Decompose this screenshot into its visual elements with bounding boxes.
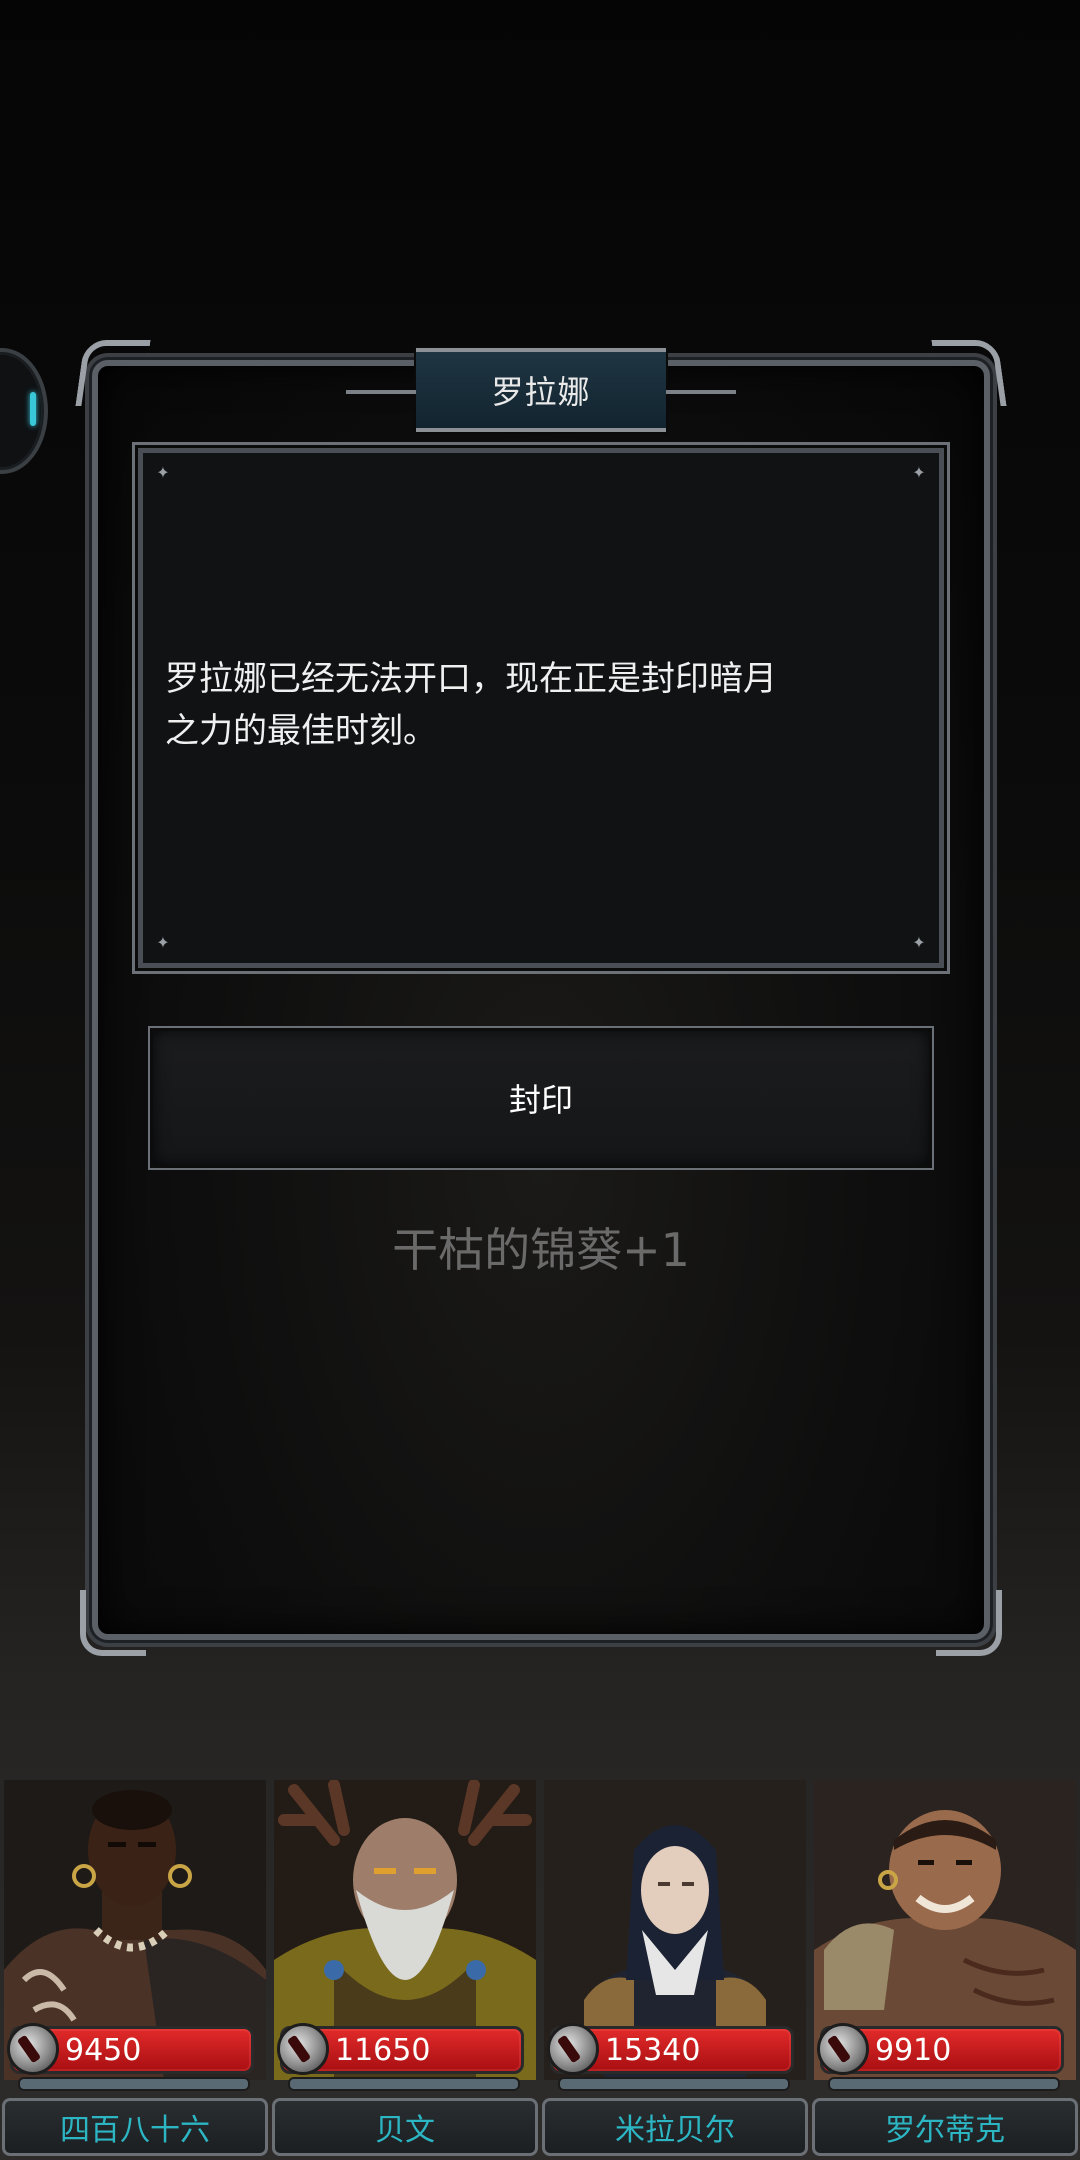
hp-sword-icon (7, 2023, 59, 2075)
member-name-plate: 四百八十六 (2, 2098, 268, 2156)
hp-bar: 15340 (547, 2023, 794, 2075)
member-name-plate: 米拉贝尔 (542, 2098, 808, 2156)
member-name: 贝文 (375, 2113, 435, 2148)
sparkle-icon: ✦ (156, 933, 170, 952)
frame-corner-ornament (80, 1590, 146, 1656)
party-member[interactable]: 9910 罗尔蒂克 (810, 1770, 1080, 2160)
hp-sword-icon (547, 2023, 599, 2075)
hp-sword-icon (277, 2023, 329, 2075)
member-name-plate: 罗尔蒂克 (812, 2098, 1078, 2156)
hp-sword-icon (817, 2023, 869, 2075)
frame-corner-ornament (936, 1590, 1002, 1656)
hp-value: 15340 (605, 2033, 701, 2068)
seal-button-label: 封印 (508, 1081, 573, 1119)
hp-value: 9910 (875, 2033, 952, 2068)
message-box: ✦ ✦ ✦ ✦ 罗拉娜已经无法开口，现在正是封印暗月 之力的最佳时刻。 (138, 448, 944, 968)
game-screen: 罗拉娜 ✦ ✦ ✦ ✦ 罗拉娜已经无法开口，现在正是封印暗月 之力的最佳时刻。 … (0, 0, 1080, 2160)
hp-bar: 11650 (277, 2023, 524, 2075)
dialog-message: 罗拉娜已经无法开口，现在正是封印暗月 之力的最佳时刻。 (165, 659, 777, 751)
party-member[interactable]: 15340 米拉贝尔 (540, 1770, 810, 2160)
member-name: 罗尔蒂克 (885, 2113, 1005, 2148)
sparkle-icon: ✦ (912, 933, 926, 952)
party-bar: 9450 四百八十六 11650 贝文 15340 米拉贝尔 9910 罗尔蒂克 (0, 1770, 1080, 2160)
side-menu-ring-icon[interactable] (0, 348, 48, 474)
event-dialog: 罗拉娜 ✦ ✦ ✦ ✦ 罗拉娜已经无法开口，现在正是封印暗月 之力的最佳时刻。 … (75, 340, 1007, 1656)
secondary-bar (558, 2077, 790, 2091)
member-name: 四百八十六 (60, 2113, 210, 2148)
secondary-bar (288, 2077, 520, 2091)
dialog-title: 罗拉娜 (491, 373, 591, 411)
party-member[interactable]: 11650 贝文 (270, 1770, 540, 2160)
sparkle-icon: ✦ (156, 463, 170, 482)
sparkle-icon: ✦ (912, 463, 926, 482)
hp-value: 11650 (335, 2033, 431, 2068)
frame-corner-ornament (75, 340, 151, 406)
seal-button[interactable]: 封印 (148, 1026, 934, 1170)
ring-glow (30, 392, 36, 426)
member-name-plate: 贝文 (272, 2098, 538, 2156)
hp-value: 9450 (65, 2033, 142, 2068)
secondary-bar (828, 2077, 1060, 2091)
party-member[interactable]: 9450 四百八十六 (0, 1770, 270, 2160)
frame-corner-ornament (931, 340, 1007, 406)
hp-bar: 9910 (817, 2023, 1064, 2075)
secondary-bar (18, 2077, 250, 2091)
member-name: 米拉贝尔 (615, 2113, 735, 2148)
reward-notice: 干枯的锦葵+1 (392, 1223, 690, 1277)
dialog-title-plate: 罗拉娜 (346, 348, 736, 432)
hp-bar: 9450 (7, 2023, 254, 2075)
